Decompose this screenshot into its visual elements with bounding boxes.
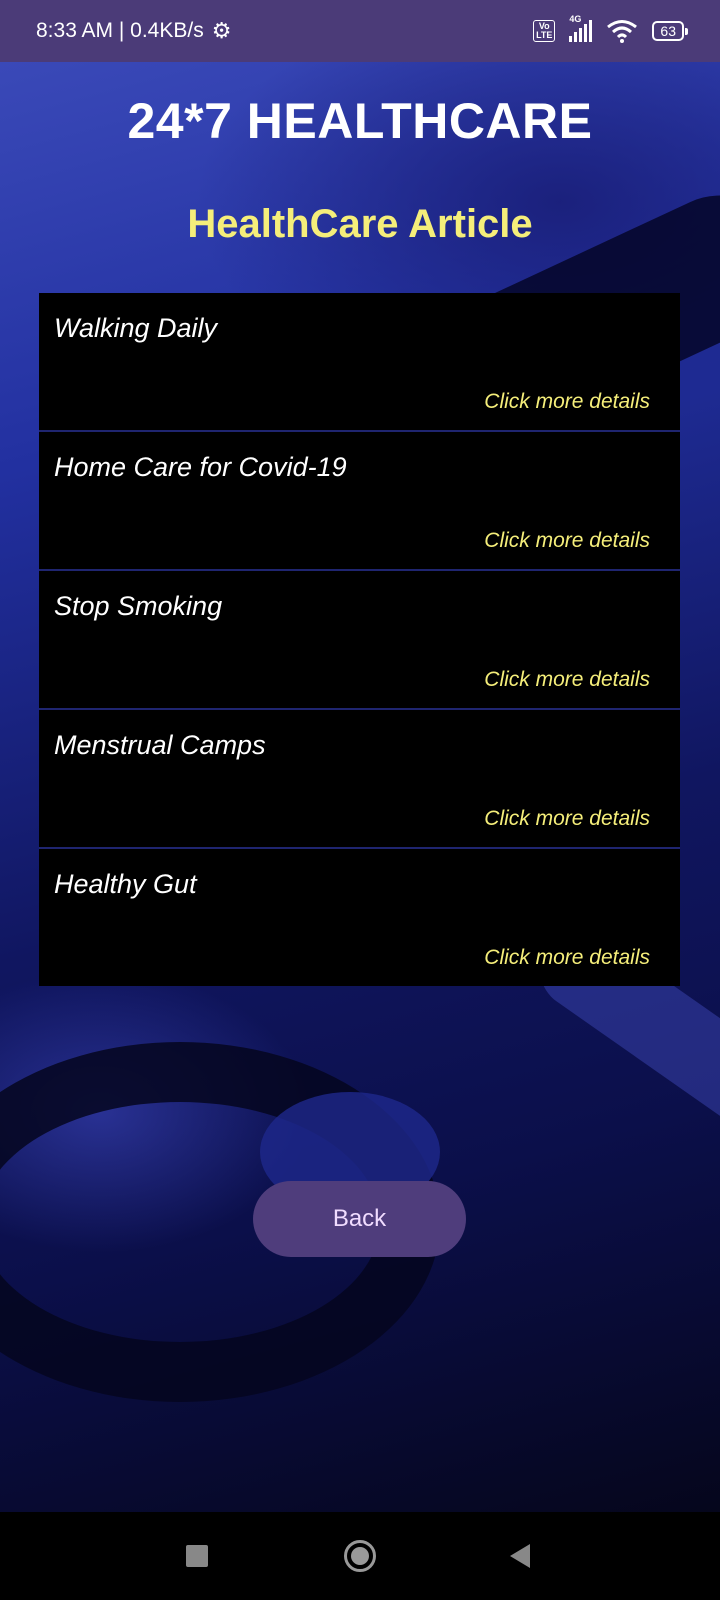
article-title: Walking Daily <box>54 313 218 343</box>
battery-icon: 63 <box>652 21 688 41</box>
triangle-back-icon[interactable] <box>510 1544 530 1568</box>
volte-bottom-text: LTE <box>536 30 553 40</box>
network-type: 4G <box>569 14 582 24</box>
article-title: Home Care for Covid-19 <box>54 452 347 482</box>
square-icon[interactable] <box>186 1545 208 1567</box>
article-title: Healthy Gut <box>54 869 197 899</box>
status-bar: 8:33 AM | 0.4KB/s ⚙ Vo LTE 4G 63 <box>0 0 720 62</box>
article-item[interactable]: Home Care for Covid-19 Click more detail… <box>39 432 680 571</box>
article-details-link[interactable]: Click more details <box>484 529 650 553</box>
article-details-link[interactable]: Click more details <box>484 668 650 692</box>
article-title: Menstrual Camps <box>54 730 266 760</box>
circle-icon[interactable] <box>344 1540 376 1572</box>
gear-icon: ⚙ <box>211 18 232 43</box>
back-button[interactable]: Back <box>253 1181 466 1257</box>
status-right: Vo LTE 4G 63 <box>533 14 688 43</box>
status-left: 8:33 AM | 0.4KB/s ⚙ <box>36 19 231 43</box>
article-details-link[interactable]: Click more details <box>484 390 650 414</box>
wifi-icon <box>607 20 638 43</box>
status-time-speed: 8:33 AM | 0.4KB/s <box>36 19 204 42</box>
article-item[interactable]: Menstrual Camps Click more details <box>39 710 680 849</box>
article-item[interactable]: Healthy Gut Click more details <box>39 849 680 986</box>
section-title: HealthCare Article <box>187 202 533 246</box>
signal-icon: 4G <box>569 14 593 42</box>
battery-level: 63 <box>660 23 676 39</box>
article-item[interactable]: Stop Smoking Click more details <box>39 571 680 710</box>
article-item[interactable]: Walking Daily Click more details <box>39 293 680 432</box>
article-details-link[interactable]: Click more details <box>484 807 650 831</box>
article-details-link[interactable]: Click more details <box>484 946 650 970</box>
app-title: 24*7 HEALTHCARE <box>127 93 593 149</box>
article-list: Walking Daily Click more details Home Ca… <box>39 293 680 986</box>
system-nav-bar <box>0 1512 720 1600</box>
volte-icon: Vo LTE <box>533 20 556 42</box>
screen: 8:33 AM | 0.4KB/s ⚙ Vo LTE 4G 63 24*7 HE… <box>0 0 720 1600</box>
article-title: Stop Smoking <box>54 591 223 621</box>
